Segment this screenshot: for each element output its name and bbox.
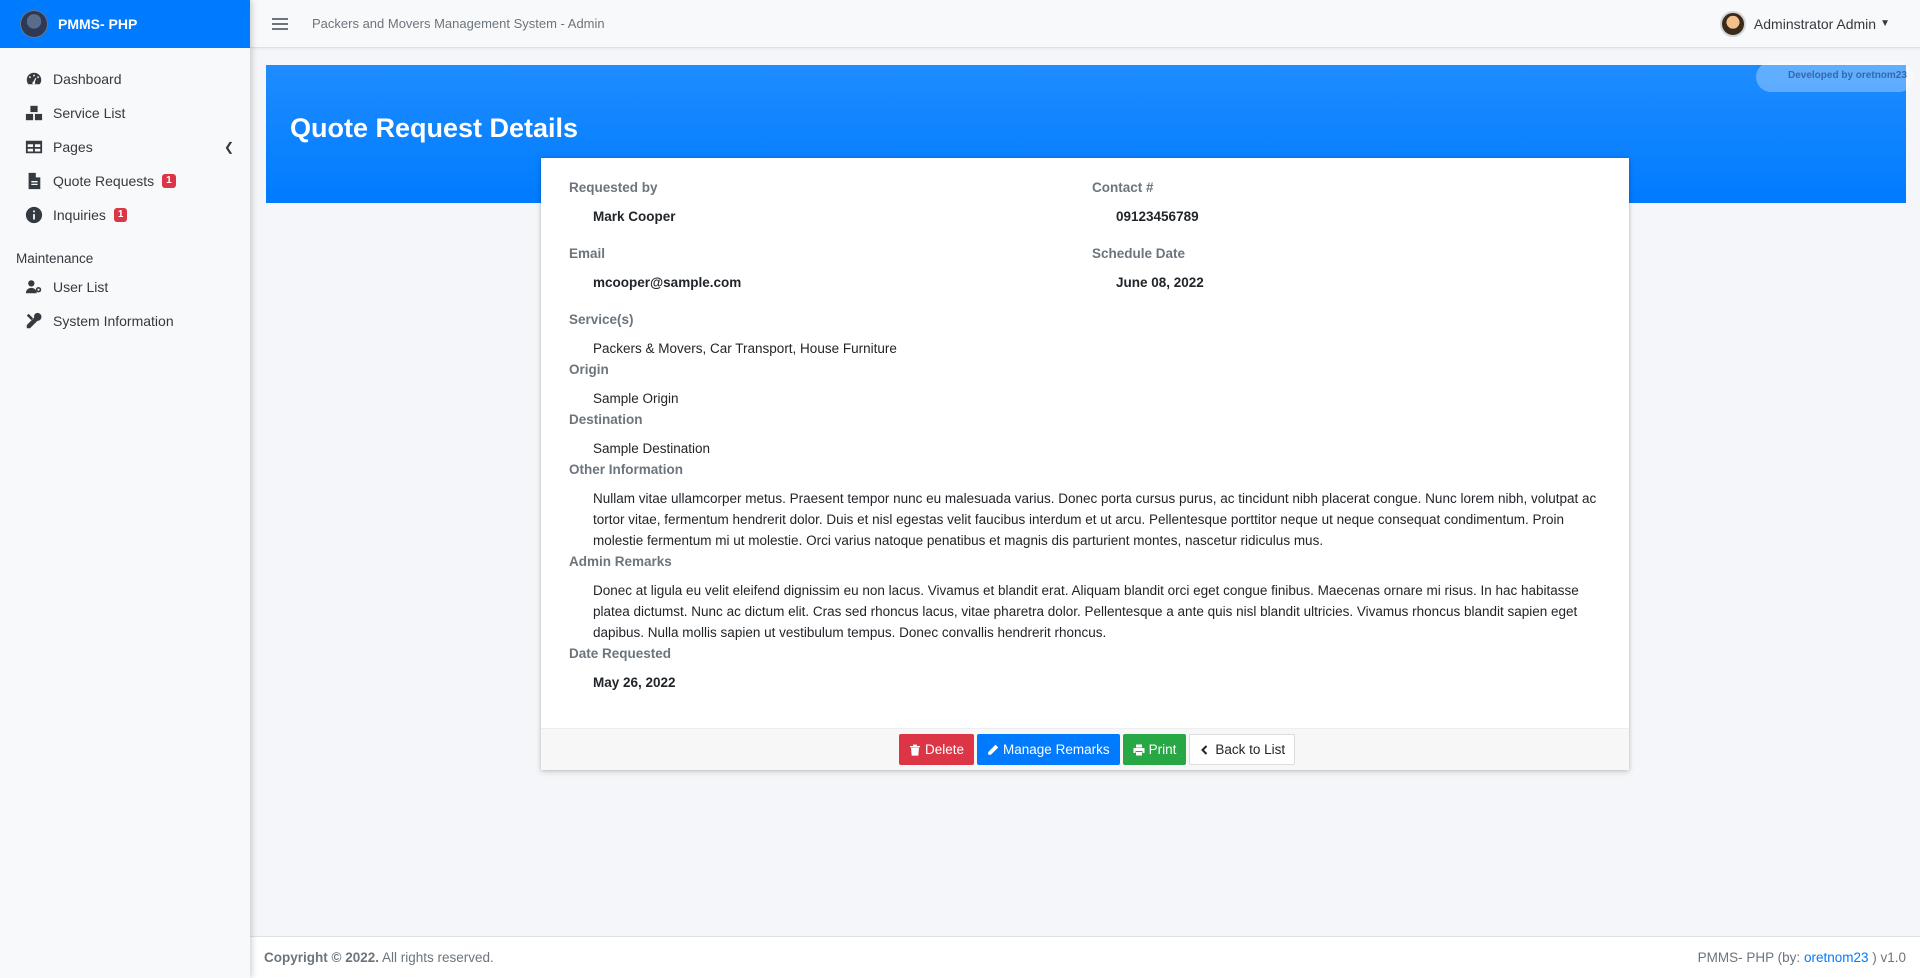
sidebar-item-label: Dashboard bbox=[53, 71, 122, 87]
tools-icon bbox=[24, 311, 44, 331]
date-requested-value: May 26, 2022 bbox=[593, 675, 676, 690]
trash-icon bbox=[910, 744, 920, 756]
sidebar-item-label: Quote Requests bbox=[53, 173, 155, 189]
developer-badge: Developed by oretnom23 bbox=[1756, 62, 1914, 92]
avatar bbox=[1719, 10, 1746, 37]
sidebar-item-user-list[interactable]: User List bbox=[0, 270, 250, 304]
sidebar-item-system-information[interactable]: System Information bbox=[0, 304, 250, 338]
sidebar-item-dashboard[interactable]: Dashboard bbox=[0, 62, 250, 96]
app-version-text: PMMS- PHP (by: oretnom23 ) v1.0 bbox=[1698, 950, 1906, 965]
brand-logo bbox=[20, 10, 48, 38]
top-navbar: Packers and Movers Management System - A… bbox=[250, 0, 1920, 48]
user-name: Adminstrator Admin bbox=[1753, 15, 1877, 32]
sidebar-item-pages[interactable]: Pages ❮ bbox=[0, 130, 250, 164]
origin-value: Sample Origin bbox=[593, 391, 679, 406]
origin-label: Origin bbox=[569, 362, 609, 377]
requested-by-label: Requested by bbox=[569, 180, 658, 195]
admin-remarks-label: Admin Remarks bbox=[569, 554, 672, 569]
inquiries-badge: 1 bbox=[113, 208, 128, 222]
sidebar-item-label: Service List bbox=[53, 105, 126, 121]
print-button-label: Print bbox=[1148, 742, 1177, 757]
dashboard-icon bbox=[24, 69, 44, 89]
caret-down-icon: ▼ bbox=[1880, 18, 1890, 29]
copyright-bold: Copyright © 2022. bbox=[264, 950, 379, 965]
print-button[interactable]: Print bbox=[1122, 734, 1187, 765]
requested-by-value: Mark Cooper bbox=[593, 209, 676, 224]
page-footer: Copyright © 2022. All rights reserved. P… bbox=[250, 936, 1920, 978]
brand-name: PMMS- PHP bbox=[58, 16, 138, 32]
chevron-left-icon bbox=[1201, 744, 1208, 755]
table-icon bbox=[24, 137, 44, 157]
schedule-date-value: June 08, 2022 bbox=[1116, 275, 1204, 290]
sidebar-item-label: System Information bbox=[53, 313, 174, 329]
sidebar-item-service-list[interactable]: Service List bbox=[0, 96, 250, 130]
services-value: Packers & Movers, Car Transport, House F… bbox=[593, 341, 897, 356]
copyright-rest: All rights reserved. bbox=[378, 950, 494, 965]
file-icon bbox=[24, 171, 44, 191]
email-label: Email bbox=[569, 246, 606, 261]
manage-remarks-button[interactable]: Manage Remarks bbox=[977, 734, 1120, 765]
destination-label: Destination bbox=[569, 412, 643, 427]
card-footer: Delete Manage Remarks Print Back to List bbox=[541, 728, 1629, 770]
sidebar: PMMS- PHP Dashboard Service List Pages ❮ bbox=[0, 0, 250, 978]
other-information-value: Nullam vitae ullamcorper metus. Praesent… bbox=[593, 491, 1597, 548]
boxes-icon bbox=[24, 103, 44, 123]
chevron-left-icon: ❮ bbox=[223, 140, 234, 154]
contact-value: 09123456789 bbox=[1116, 209, 1199, 224]
email-value: mcooper@sample.com bbox=[593, 275, 742, 290]
sidebar-item-label: User List bbox=[53, 279, 109, 295]
sidebar-nav: Dashboard Service List Pages ❮ Quote Req… bbox=[0, 48, 250, 338]
page-title: Quote Request Details bbox=[290, 113, 579, 143]
sidebar-item-label: Pages bbox=[53, 139, 93, 155]
contact-label: Contact # bbox=[1092, 180, 1154, 195]
delete-button[interactable]: Delete bbox=[899, 734, 975, 765]
system-title: Packers and Movers Management System - A… bbox=[312, 16, 605, 31]
print-icon bbox=[1133, 744, 1145, 755]
other-information-label: Other Information bbox=[569, 462, 683, 477]
admin-remarks-value: Donec at ligula eu velit eleifend dignis… bbox=[593, 583, 1579, 640]
user-menu-dropdown[interactable]: Adminstrator Admin ▼ bbox=[1719, 10, 1890, 37]
app-suffix: ) v1.0 bbox=[1868, 950, 1906, 965]
destination-value: Sample Destination bbox=[593, 441, 711, 456]
sidebar-item-label: Inquiries bbox=[53, 207, 106, 223]
action-buttons: Delete Manage Remarks Print Back to List bbox=[899, 734, 1296, 765]
users-cog-icon bbox=[24, 277, 44, 297]
copyright-text: Copyright © 2022. All rights reserved. bbox=[264, 950, 494, 965]
manage-remarks-button-label: Manage Remarks bbox=[1003, 742, 1110, 757]
info-icon bbox=[24, 205, 44, 225]
menu-toggle-icon[interactable] bbox=[272, 15, 288, 33]
sidebar-item-inquiries[interactable]: Inquiries 1 bbox=[0, 198, 250, 232]
back-to-list-button-label: Back to List bbox=[1215, 742, 1286, 757]
sidebar-item-quote-requests[interactable]: Quote Requests 1 bbox=[0, 164, 250, 198]
quote-requests-badge: 1 bbox=[162, 174, 176, 188]
delete-button-label: Delete bbox=[925, 742, 965, 757]
pencil-icon bbox=[988, 744, 999, 755]
schedule-date-label: Schedule Date bbox=[1092, 246, 1186, 261]
date-requested-label: Date Requested bbox=[569, 646, 672, 661]
services-label: Service(s) bbox=[569, 312, 634, 327]
back-to-list-button[interactable]: Back to List bbox=[1189, 734, 1296, 765]
quote-details-card: Requested by Mark Cooper Contact # 09123… bbox=[541, 158, 1629, 770]
brand-link[interactable]: PMMS- PHP bbox=[0, 0, 250, 48]
author-link[interactable]: oretnom23 bbox=[1804, 950, 1869, 965]
app-prefix: PMMS- PHP (by: bbox=[1697, 950, 1804, 965]
sidebar-section-maintenance: Maintenance bbox=[16, 251, 94, 266]
